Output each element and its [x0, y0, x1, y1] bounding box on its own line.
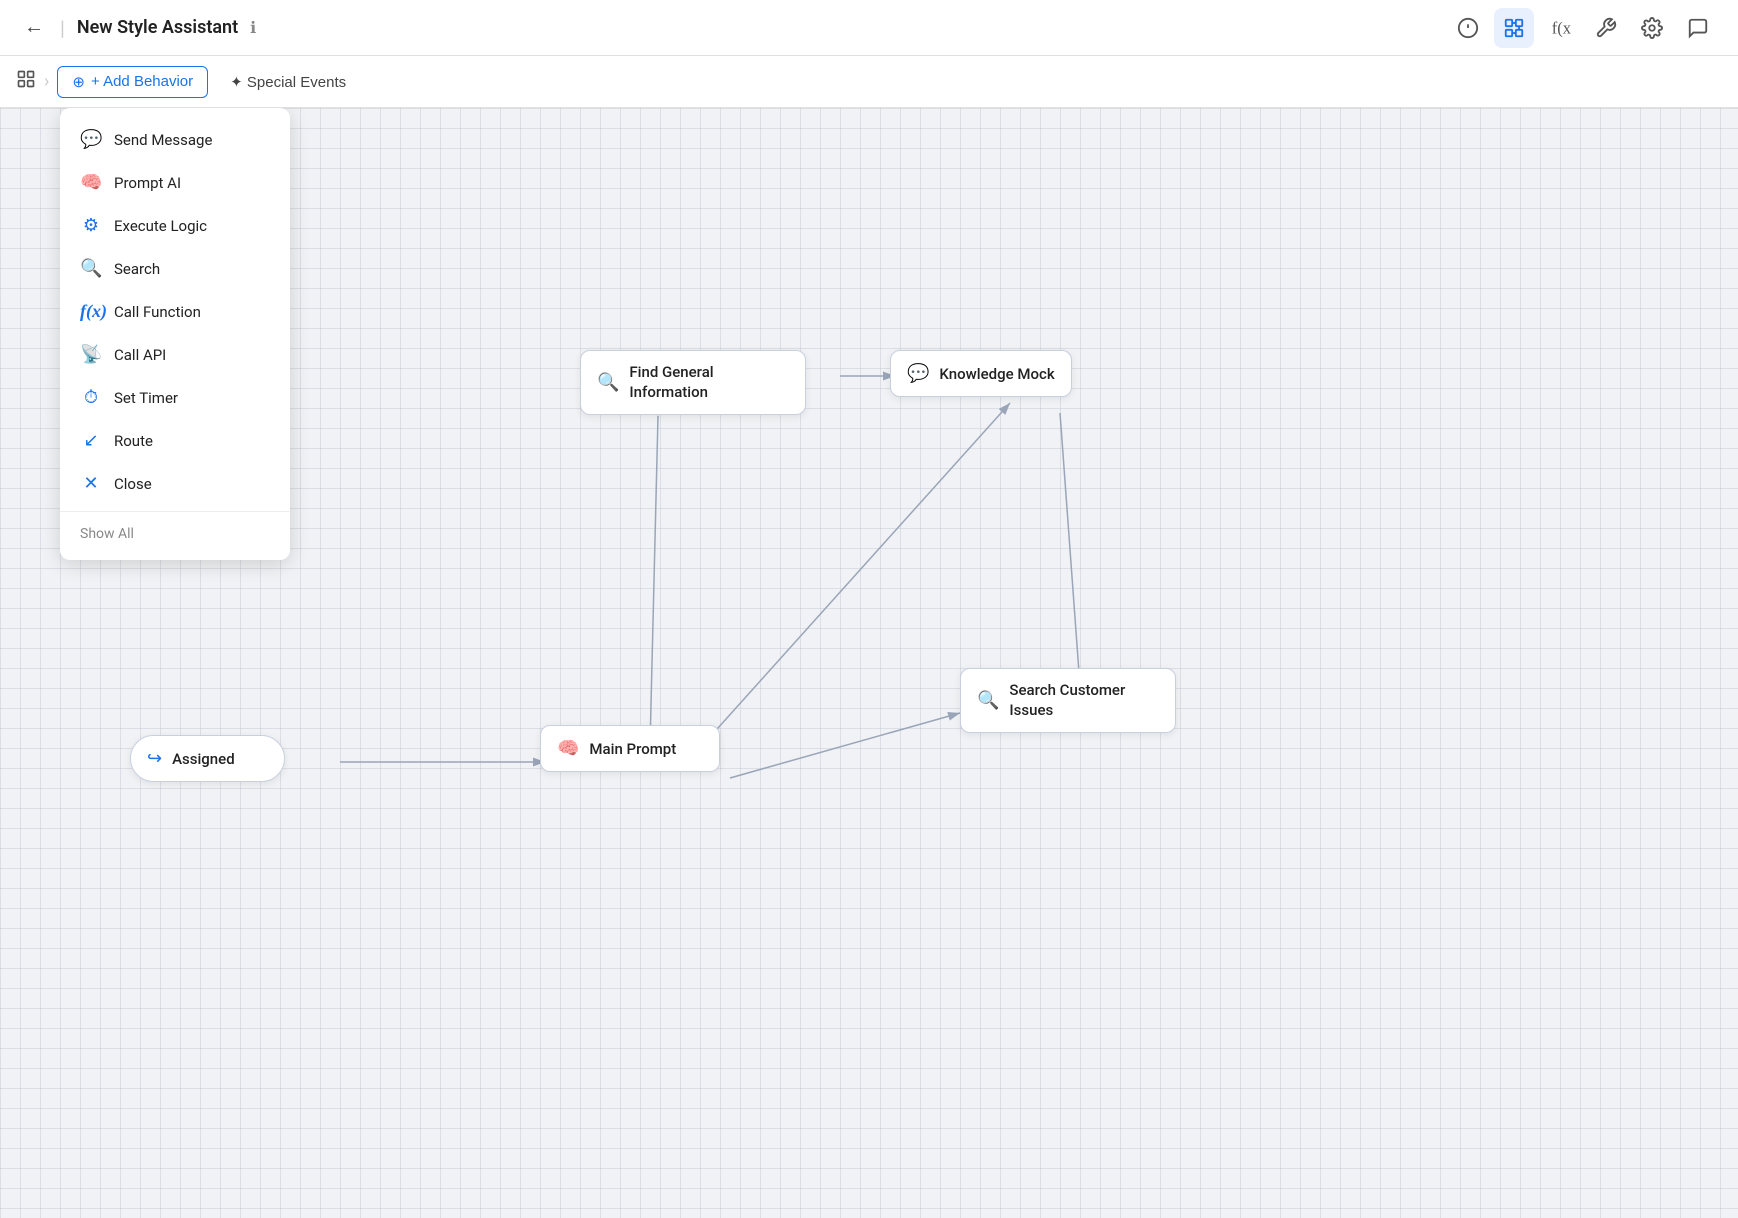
- debug-icon-button[interactable]: [1448, 8, 1488, 48]
- chat-icon-button[interactable]: [1678, 8, 1718, 48]
- header-divider: |: [60, 16, 65, 40]
- back-button[interactable]: ←: [20, 12, 48, 43]
- function-icon-button[interactable]: f(x): [1540, 8, 1580, 48]
- menu-item-call-function-label: Call Function: [114, 303, 201, 321]
- call-api-icon: 📡: [80, 344, 102, 365]
- show-all-button[interactable]: Show All: [60, 518, 290, 550]
- prompt-ai-icon: 🧠: [80, 172, 102, 193]
- search-customer-node-icon: 🔍: [977, 690, 999, 711]
- menu-divider: [60, 511, 290, 512]
- call-function-icon: f(x): [80, 301, 102, 322]
- set-timer-icon: ⏱: [80, 387, 102, 408]
- special-events-label: ✦ Special Events: [230, 73, 346, 91]
- assigned-node-icon: ↪: [147, 748, 162, 769]
- info-icon[interactable]: ℹ: [250, 18, 256, 37]
- knowledge-mock-node-icon: 💬: [907, 363, 929, 384]
- behavior-dropdown-menu: 💬 Send Message 🧠 Prompt AI ⚙ Execute Log…: [60, 108, 290, 560]
- svg-text:f(x): f(x): [1552, 18, 1571, 37]
- send-message-icon: 💬: [80, 129, 102, 150]
- execute-logic-icon: ⚙: [80, 215, 102, 236]
- page-title: New Style Assistant: [77, 17, 238, 38]
- add-behavior-icon: ⊕: [72, 73, 85, 91]
- menu-item-send-message[interactable]: 💬 Send Message: [60, 118, 290, 161]
- search-icon: 🔍: [80, 258, 102, 279]
- menu-item-set-timer-label: Set Timer: [114, 389, 178, 407]
- toolbar-separator: ›: [44, 71, 49, 92]
- special-events-button[interactable]: ✦ Special Events: [216, 67, 360, 97]
- menu-item-search[interactable]: 🔍 Search: [60, 247, 290, 290]
- knowledge-mock-node-label: Knowledge Mock: [939, 365, 1054, 383]
- assigned-node-label: Assigned: [172, 750, 235, 768]
- menu-item-call-function[interactable]: f(x) Call Function: [60, 290, 290, 333]
- header-left: ← | New Style Assistant ℹ: [20, 12, 256, 43]
- main-prompt-node-icon: 🧠: [557, 738, 579, 759]
- menu-item-execute-logic-label: Execute Logic: [114, 217, 207, 235]
- tools-icon-button[interactable]: [1586, 8, 1626, 48]
- find-general-node[interactable]: 🔍 Find General Information: [580, 350, 806, 415]
- menu-item-route-label: Route: [114, 432, 153, 450]
- find-general-node-icon: 🔍: [597, 372, 619, 393]
- route-icon: ↙: [80, 430, 102, 451]
- menu-item-set-timer[interactable]: ⏱ Set Timer: [60, 376, 290, 419]
- menu-item-call-api-label: Call API: [114, 346, 166, 364]
- menu-item-route[interactable]: ↙ Route: [60, 419, 290, 462]
- add-behavior-button[interactable]: ⊕ + Add Behavior: [57, 66, 208, 98]
- main-prompt-node[interactable]: 🧠 Main Prompt: [540, 725, 720, 772]
- menu-item-send-message-label: Send Message: [114, 131, 212, 149]
- find-general-node-label: Find General Information: [629, 363, 789, 402]
- assigned-node[interactable]: ↪ Assigned: [130, 735, 285, 782]
- menu-item-close[interactable]: ✕ Close: [60, 462, 290, 505]
- menu-item-execute-logic[interactable]: ⚙ Execute Logic: [60, 204, 290, 247]
- flow-toolbar-icon: [16, 69, 36, 94]
- header: ← | New Style Assistant ℹ f(x): [0, 0, 1738, 56]
- menu-item-search-label: Search: [114, 260, 160, 278]
- menu-item-call-api[interactable]: 📡 Call API: [60, 333, 290, 376]
- header-icons: f(x): [1448, 8, 1718, 48]
- toolbar: › ⊕ + Add Behavior ✦ Special Events: [0, 56, 1738, 108]
- settings-icon-button[interactable]: [1632, 8, 1672, 48]
- canvas-area[interactable]: 💬 Send Message 🧠 Prompt AI ⚙ Execute Log…: [0, 108, 1738, 1218]
- main-prompt-node-label: Main Prompt: [589, 740, 676, 758]
- close-menu-icon: ✕: [80, 473, 102, 494]
- search-customer-node[interactable]: 🔍 Search Customer Issues: [960, 668, 1176, 733]
- flow-icon-button[interactable]: [1494, 8, 1534, 48]
- add-behavior-label: + Add Behavior: [91, 73, 193, 90]
- menu-item-close-label: Close: [114, 475, 152, 493]
- knowledge-mock-node[interactable]: 💬 Knowledge Mock: [890, 350, 1072, 397]
- menu-item-prompt-ai-label: Prompt AI: [114, 174, 181, 192]
- search-customer-node-label: Search Customer Issues: [1009, 681, 1159, 720]
- menu-item-prompt-ai[interactable]: 🧠 Prompt AI: [60, 161, 290, 204]
